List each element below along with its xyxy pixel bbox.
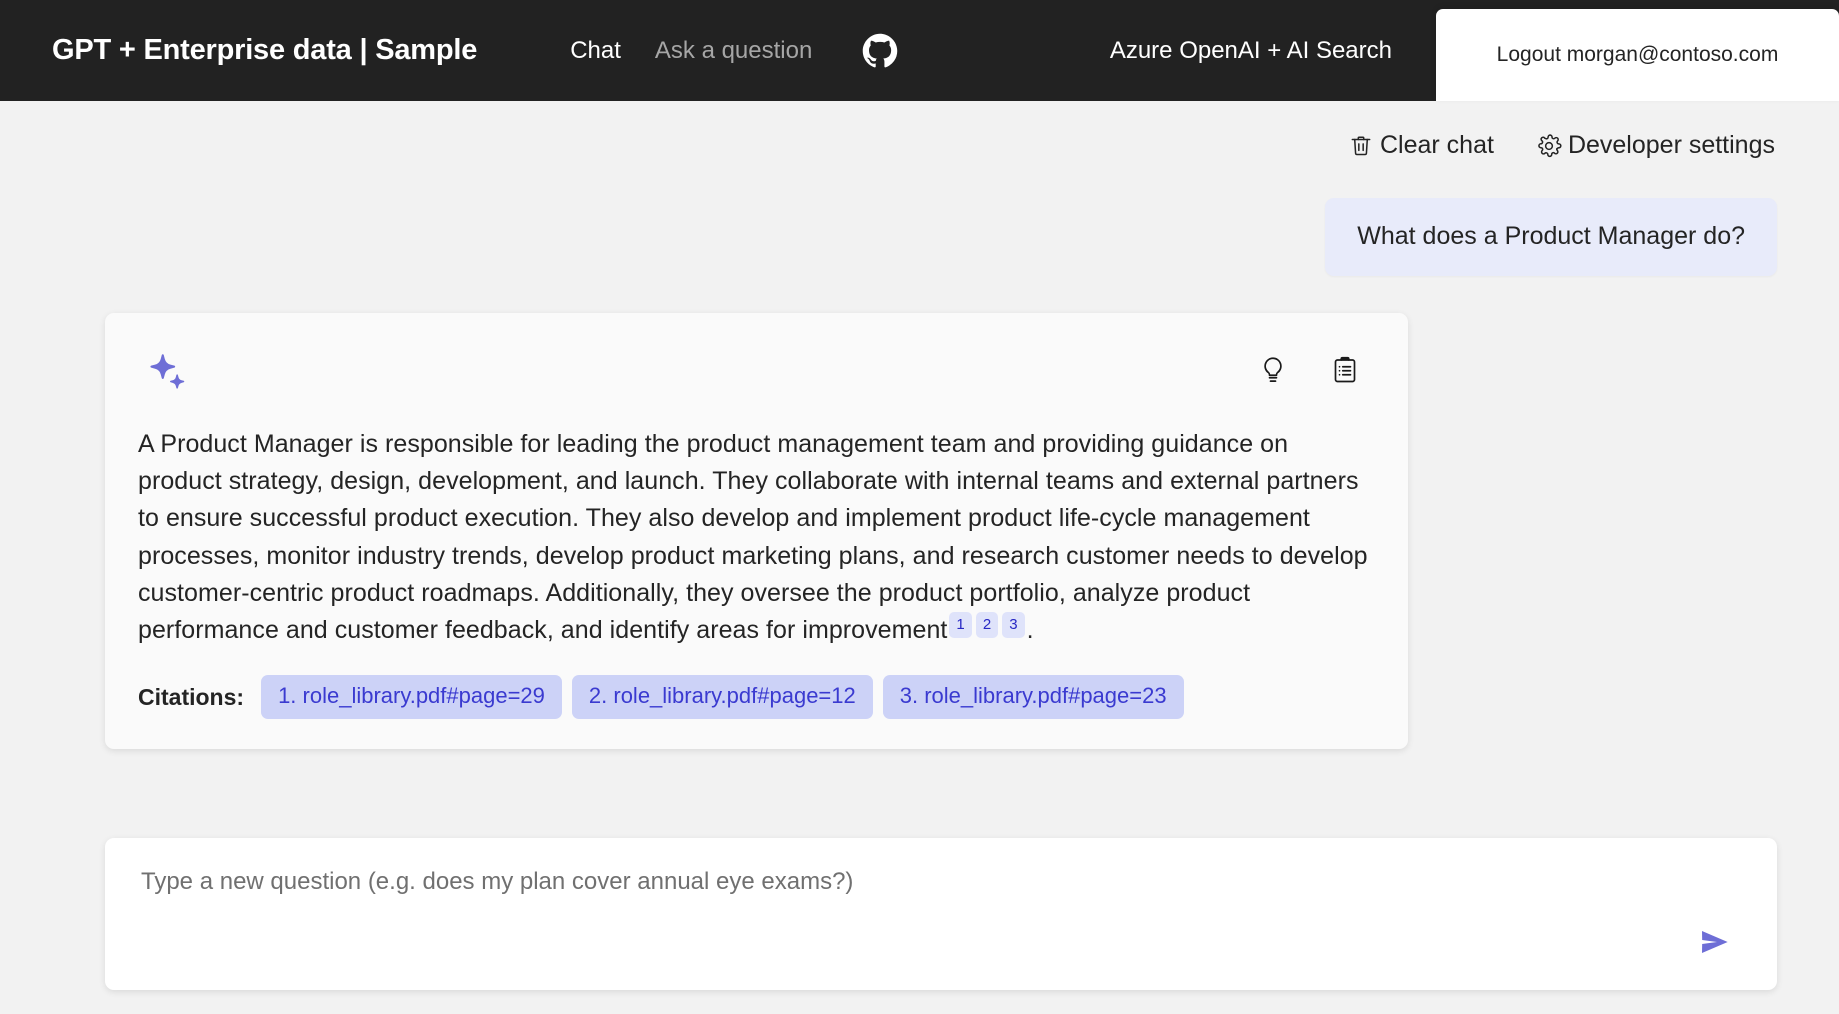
developer-settings-label: Developer settings [1567,131,1775,159]
citation-pill-3[interactable]: 3. role_library.pdf#page=23 [882,675,1184,720]
trash-icon [1348,133,1374,159]
question-input[interactable] [141,868,1613,896]
user-message-row: What does a Product Manager do? [105,198,1777,276]
answer-text-body: A Product Manager is responsible for lea… [138,429,1368,644]
answer-text-tail: . [1026,616,1034,644]
nav-link-chat[interactable]: Chat [570,37,621,65]
page-title: GPT + Enterprise data | Sample [52,34,478,66]
answer-card-header [138,349,1370,401]
command-bar: Clear chat Developer settings [0,101,1839,165]
messages-list: What does a Product Manager do? A Produc… [0,165,1839,816]
header-right: Azure OpenAI + AI Search Logout morgan@c… [1110,0,1839,101]
app-header: GPT + Enterprise data | Sample Chat Ask … [0,0,1839,101]
question-input-area [0,816,1839,1014]
thought-process-button[interactable] [1256,353,1290,387]
answer-card-actions [1256,353,1362,387]
user-message-bubble: What does a Product Manager do? [1325,198,1777,276]
chat-area: Clear chat Developer settings What does … [0,101,1839,1014]
header-subtitle: Azure OpenAI + AI Search [1109,36,1392,64]
inline-citation-2[interactable]: 2 [975,612,999,638]
citations-row: Citations: 1. role_library.pdf#page=29 2… [138,675,1370,720]
clear-chat-button[interactable]: Clear chat [1346,129,1496,162]
header-nav: Chat Ask a question [570,33,898,69]
citation-pill-2[interactable]: 2. role_library.pdf#page=12 [571,675,873,720]
question-input-box[interactable] [105,838,1777,990]
gear-icon [1536,133,1562,159]
citations-label: Citations: [138,683,245,710]
inline-citation-1[interactable]: 1 [949,612,972,638]
app-root: GPT + Enterprise data | Sample Chat Ask … [0,0,1839,1014]
nav-link-ask-a-question[interactable]: Ask a question [655,37,812,65]
developer-settings-button[interactable]: Developer settings [1534,129,1777,162]
citation-pill-1[interactable]: 1. role_library.pdf#page=29 [261,675,562,720]
send-question-button[interactable] [1691,918,1739,966]
logout-button[interactable]: Logout morgan@contoso.com [1436,9,1839,101]
answer-card: A Product Manager is responsible for lea… [105,312,1408,750]
answer-message-row: A Product Manager is responsible for lea… [105,312,1777,750]
send-arrow-icon [1695,922,1735,962]
lightbulb-icon [1258,355,1288,385]
answer-text: A Product Manager is responsible for lea… [138,426,1370,650]
inline-citation-3[interactable]: 3 [1002,612,1025,638]
supporting-content-button[interactable] [1328,353,1362,387]
clear-chat-label: Clear chat [1379,131,1494,159]
clipboard-icon [1330,355,1360,385]
github-icon[interactable] [862,33,898,69]
sparkle-icon [146,349,192,395]
